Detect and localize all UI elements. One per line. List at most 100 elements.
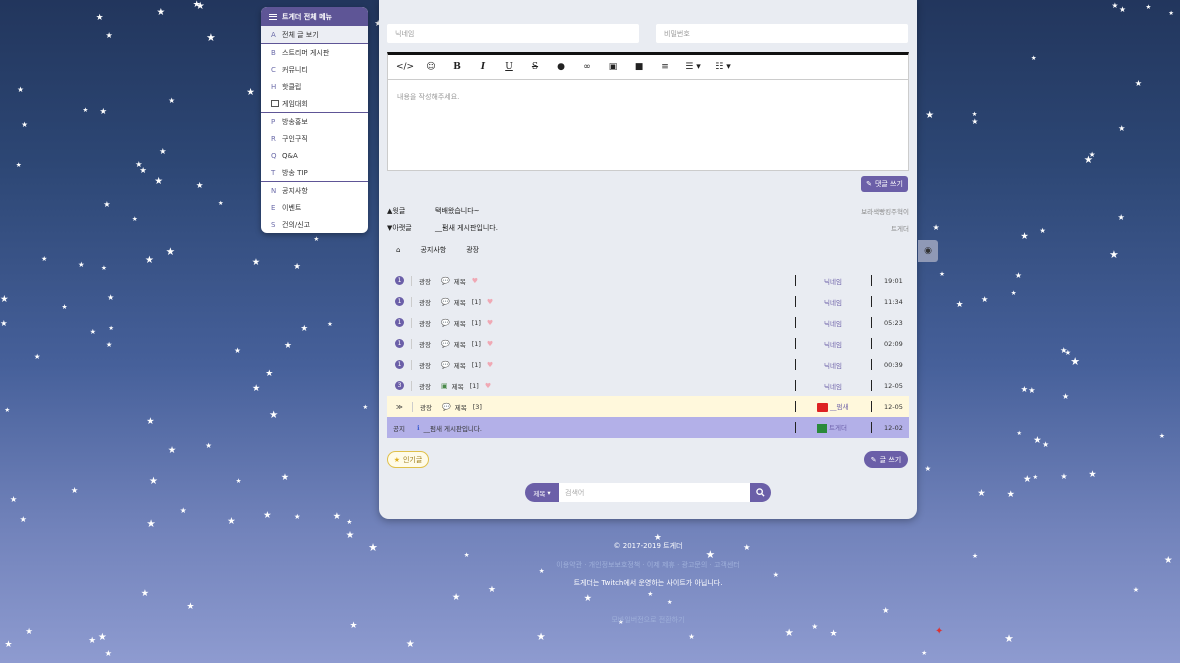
star-icon: ★: [283, 340, 292, 351]
post-author[interactable]: 닉네임: [824, 318, 842, 328]
post-author[interactable]: 닉네임: [824, 339, 842, 349]
star-icon: ★: [971, 116, 979, 126]
post-title[interactable]: 제목: [454, 276, 466, 286]
italic-icon[interactable]: I: [470, 62, 496, 72]
unordered-list-icon[interactable]: ☷ ▾: [708, 62, 738, 72]
star-icon: ★: [265, 369, 274, 380]
post-title[interactable]: 제목: [454, 360, 466, 370]
comment-editor: </> ☺ B I U S ● ∞ ▣ ■ ≡ ☰ ▾ ☷ ▾ 내용을 작성해주…: [387, 52, 909, 171]
heart-icon: ♥: [486, 360, 494, 369]
post-author[interactable]: 트게더: [817, 422, 847, 433]
search-button[interactable]: [750, 483, 771, 502]
post-row[interactable]: 1 광장 💬 제목 ♥ 닉네임 19:01: [387, 270, 909, 291]
side-menu-item[interactable]: 게임대회: [261, 95, 368, 112]
star-icon: ★: [41, 254, 48, 263]
prev-post-title[interactable]: 택배왔습니다~: [435, 206, 861, 216]
password-input[interactable]: 비밀번호: [656, 24, 908, 43]
side-menu-item[interactable]: T 방송 TIP: [261, 164, 368, 181]
post-author[interactable]: 닉네임: [824, 276, 842, 286]
star-icon: ★: [234, 345, 241, 355]
post-row[interactable]: 3 광장 ▣ 제목 [1] ♥ 닉네임 12-05: [387, 375, 909, 396]
star-icon: ★: [362, 404, 369, 412]
star-icon: ★: [17, 85, 24, 95]
side-menu-item[interactable]: N 공지사항: [261, 182, 368, 199]
tab-plaza[interactable]: 광장: [466, 245, 479, 255]
image-icon[interactable]: ▣: [600, 62, 626, 72]
comment-icon: 💬: [441, 339, 450, 348]
side-menu-label: 스트리머 게시판: [282, 48, 330, 57]
side-menu-key: C: [271, 65, 276, 74]
emoji-icon[interactable]: ☺: [418, 62, 444, 72]
side-menu-header[interactable]: 트게더 전체 메뉴: [261, 7, 368, 26]
mobile-version-link[interactable]: 모바일버전으로 전환하기: [379, 615, 917, 625]
prev-post-author: 보라색빵킹주혁이: [861, 208, 909, 216]
post-author[interactable]: 닉네임: [824, 381, 842, 391]
side-menu-item[interactable]: S 건의/신고: [261, 216, 368, 233]
eye-icon[interactable]: ◉: [918, 240, 938, 262]
color-drop-icon[interactable]: ●: [548, 62, 574, 72]
star-icon: ★: [263, 509, 272, 521]
best-posts-button[interactable]: ★ 인기글: [387, 451, 429, 468]
star-icon: ★: [0, 294, 9, 306]
post-row[interactable]: 1 광장 💬 제목 [1] ♥ 닉네임 00:39: [387, 354, 909, 375]
star-icon: ★: [313, 235, 320, 244]
align-icon[interactable]: ≡: [652, 62, 678, 72]
editor-content[interactable]: 내용을 작성해주세요.: [388, 80, 908, 114]
prev-post-link[interactable]: ▲윗글 택배왔습니다~ 보라색빵킹주혁이: [387, 206, 909, 216]
post-title[interactable]: 제목: [454, 297, 466, 307]
code-view-icon[interactable]: </>: [392, 62, 418, 72]
post-author[interactable]: 닉네임: [824, 297, 842, 307]
post-title[interactable]: 제목: [452, 381, 464, 391]
comment-count: [3]: [472, 402, 482, 411]
footer-links[interactable]: 이용약관 · 개인정보보호정책 · 이제 제휴 · 광고문의 · 고객센터: [379, 560, 917, 570]
link-icon[interactable]: ∞: [574, 62, 600, 72]
side-menu-item[interactable]: Q Q&A: [261, 147, 368, 164]
post-title[interactable]: __펌새 게시판입니다.: [423, 423, 481, 433]
streamer-camera-icon: [817, 402, 828, 412]
ordered-list-icon[interactable]: ☰ ▾: [678, 62, 708, 72]
post-row[interactable]: ≫ 광장 💬 제목 [3] __펌새 12-05: [387, 396, 909, 417]
search-input[interactable]: 검색어: [559, 483, 750, 502]
post-row[interactable]: 1 광장 💬 제목 [1] ♥ 닉네임 02:09: [387, 333, 909, 354]
nickname-input[interactable]: 닉네임: [387, 24, 639, 43]
star-icon: ★: [1134, 78, 1143, 89]
next-post-link[interactable]: ▼아랫글 __펌새 게시판입니다. 트게더: [387, 223, 909, 233]
post-row[interactable]: 1 광장 💬 제목 [1] ♥ 닉네임 11:34: [387, 291, 909, 312]
post-title[interactable]: 제목: [454, 339, 466, 349]
side-menu-key: T: [271, 168, 276, 177]
post-category: 광장: [419, 277, 431, 286]
side-menu-item[interactable]: H 핫클립: [261, 78, 368, 95]
side-menu-item[interactable]: P 방송홍보: [261, 113, 368, 130]
next-post-title[interactable]: __펌새 게시판입니다.: [435, 223, 891, 233]
strikethrough-icon[interactable]: S: [522, 62, 548, 72]
star-icon: ★: [1088, 149, 1096, 159]
side-menu-item[interactable]: A 전체 글 보기: [261, 26, 368, 43]
post-row[interactable]: 공지 ℹ __펌새 게시판입니다. 트게더 12-02: [387, 417, 909, 438]
side-menu-item[interactable]: E 이벤트: [261, 199, 368, 216]
star-icon: ★: [88, 636, 97, 647]
underline-icon[interactable]: U: [496, 62, 522, 72]
pencil-icon: ✎: [870, 455, 877, 464]
tab-notice[interactable]: 공지사항: [420, 245, 446, 255]
post-author[interactable]: 닉네임: [824, 360, 842, 370]
column-divider: [795, 317, 796, 328]
video-icon[interactable]: ■: [626, 62, 652, 72]
star-icon: ★: [1061, 392, 1070, 402]
star-icon: ★: [536, 631, 546, 644]
post-category: 광장: [419, 340, 431, 349]
home-icon[interactable]: ⌂: [396, 246, 400, 254]
comment-icon: 💬: [441, 297, 450, 306]
side-menu-item[interactable]: B 스트리머 게시판: [261, 44, 368, 61]
search-type-select[interactable]: 제목 ▾: [525, 483, 559, 502]
bold-icon[interactable]: B: [444, 62, 470, 72]
side-menu-item[interactable]: C 커뮤니티: [261, 61, 368, 78]
comment-count: [1]: [469, 381, 479, 390]
comment-submit-button[interactable]: ✎ 댓글 쓰기: [861, 176, 908, 192]
post-title[interactable]: 제목: [455, 402, 467, 412]
write-post-button[interactable]: ✎ 글 쓰기: [864, 451, 908, 468]
post-author[interactable]: __펌새: [817, 401, 848, 412]
star-icon: ★: [103, 198, 111, 209]
post-row[interactable]: 1 광장 💬 제목 [1] ♥ 닉네임 05:23: [387, 312, 909, 333]
side-menu-item[interactable]: R 구인구직: [261, 130, 368, 147]
post-title[interactable]: 제목: [454, 318, 466, 328]
